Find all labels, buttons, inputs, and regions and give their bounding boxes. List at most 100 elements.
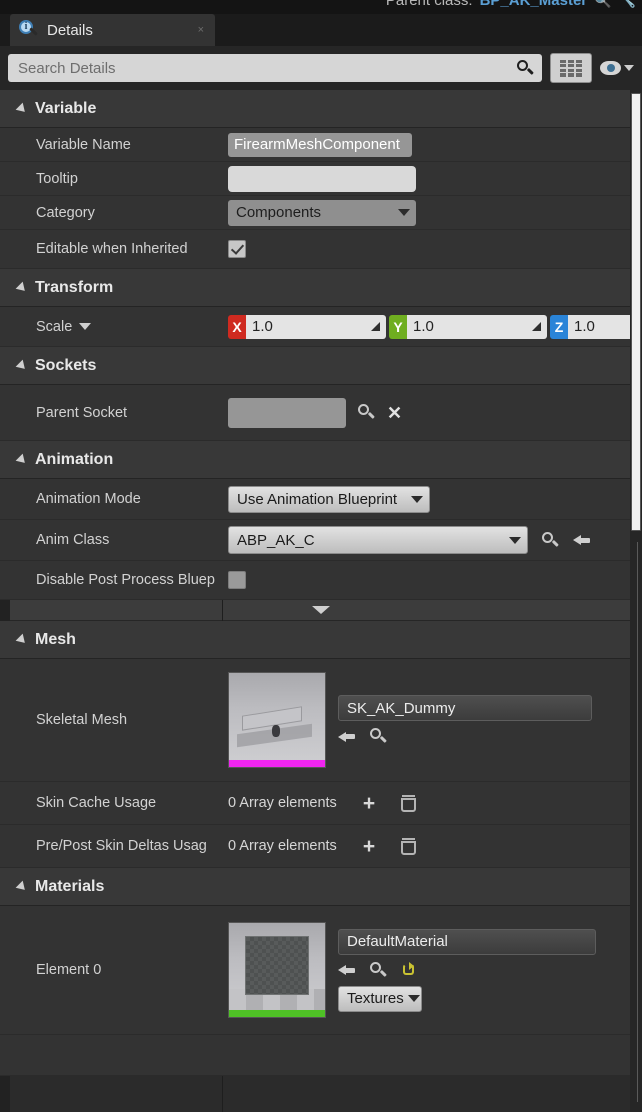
vertical-scrollbar-track[interactable] (630, 90, 642, 1112)
arrow-left-icon[interactable] (573, 532, 591, 548)
collapse-triangle-icon (15, 102, 29, 115)
scrollbar-groove (637, 542, 638, 1102)
row-scale: Scale X 1.0 Y 1.0 Z 1.0 (0, 307, 642, 347)
close-icon[interactable]: × (195, 24, 207, 36)
details-panel-window: Parent class: BP_AK_Master 🔍 🔧 Details × (0, 0, 642, 1112)
row-anim-class: Anim Class ABP_AK_C (0, 520, 642, 561)
label-skin-cache-usage: Skin Cache Usage (36, 795, 157, 811)
section-title-transform: Transform (35, 278, 114, 296)
label-editable-when-inherited: Editable when Inherited (36, 241, 188, 257)
editable-when-inherited-checkbox[interactable] (228, 240, 246, 258)
disable-post-process-checkbox[interactable] (228, 571, 246, 589)
magnifier-icon[interactable] (370, 961, 387, 979)
skeletal-mesh-thumbnail[interactable] (228, 672, 326, 768)
magnifier-icon[interactable] (358, 404, 375, 421)
element-0-material-value: DefaultMaterial (347, 933, 448, 950)
scale-label-text: Scale (36, 318, 73, 335)
parent-socket-field[interactable] (228, 397, 346, 428)
label-disable-post-process: Disable Post Process Bluep (36, 572, 215, 588)
wrench-icon[interactable]: 🔧 (619, 0, 636, 9)
search-input-wrapper[interactable] (8, 54, 542, 82)
textures-dropdown[interactable]: Textures (338, 985, 422, 1012)
scale-x-field[interactable]: X 1.0 (228, 314, 386, 339)
pre-post-skin-deltas-value: 0 Array elements (228, 838, 337, 854)
reset-arrow-icon[interactable] (401, 962, 417, 978)
trash-icon[interactable] (401, 837, 417, 855)
category-dropdown[interactable]: Components (228, 199, 416, 226)
section-header-animation[interactable]: Animation (0, 441, 642, 479)
chevron-down-icon (411, 495, 423, 503)
row-skin-cache-usage: Skin Cache Usage 0 Array elements + (0, 782, 642, 825)
section-title-sockets: Sockets (35, 356, 97, 374)
tab-details-label: Details (47, 21, 93, 39)
plus-icon[interactable]: + (363, 793, 375, 814)
magnifier-icon[interactable] (370, 728, 387, 745)
scale-z-value: 1.0 (574, 318, 595, 335)
anim-class-value: ABP_AK_C (237, 531, 315, 549)
row-variable-name: Variable Name FirearmMeshComponent (0, 128, 642, 162)
element-0-material-dropdown[interactable]: DefaultMaterial (338, 928, 596, 955)
row-editable-when-inherited: Editable when Inherited (0, 230, 642, 269)
magnifier-icon[interactable] (542, 531, 559, 549)
section-header-transform[interactable]: Transform (0, 269, 642, 307)
parent-class-label: Parent class: (385, 0, 473, 9)
scale-axis-group: X 1.0 Y 1.0 Z 1.0 (228, 314, 642, 339)
editor-toolbar-strip: Parent class: BP_AK_Master 🔍 🔧 (0, 0, 642, 14)
column-settings-button[interactable] (550, 53, 592, 83)
axis-y-tag: Y (389, 314, 407, 339)
label-parent-socket: Parent Socket (36, 404, 128, 421)
close-x-icon[interactable]: ✕ (387, 404, 402, 422)
label-element-0: Element 0 (36, 962, 102, 978)
vertical-scrollbar-thumb[interactable] (631, 93, 641, 531)
section-title-animation: Animation (35, 450, 114, 468)
magnifier-icon[interactable]: 🔍 (594, 0, 611, 9)
section-header-materials[interactable]: Materials (0, 868, 642, 906)
scale-z-field[interactable]: Z 1.0 (550, 314, 642, 339)
search-toolbar (0, 46, 642, 90)
collapse-triangle-icon (15, 453, 29, 466)
arrow-left-icon[interactable] (338, 729, 356, 745)
section-header-sockets[interactable]: Sockets (0, 347, 642, 385)
parent-class-link[interactable]: BP_AK_Master (480, 0, 588, 9)
label-anim-class: Anim Class (36, 532, 110, 548)
scale-y-value: 1.0 (413, 318, 434, 335)
plus-icon[interactable]: + (363, 836, 375, 857)
animation-mode-dropdown[interactable]: Use Animation Blueprint (228, 485, 430, 513)
row-pre-post-skin-deltas: Pre/Post Skin Deltas Usag 0 Array elemen… (0, 825, 642, 868)
section-header-mesh[interactable]: Mesh (0, 621, 642, 659)
label-variable-name: Variable Name (36, 136, 131, 153)
skeletal-mesh-dropdown[interactable]: SK_AK_Dummy (338, 695, 592, 721)
label-pre-post-skin-deltas: Pre/Post Skin Deltas Usag (36, 838, 207, 854)
chevron-down-icon (398, 209, 410, 216)
collapse-triangle-icon (15, 281, 29, 294)
axis-x-tag: X (228, 314, 246, 339)
drag-handle-icon[interactable] (371, 322, 380, 331)
chevron-down-icon[interactable] (79, 323, 92, 330)
trash-icon[interactable] (401, 794, 417, 812)
collapse-triangle-icon (15, 880, 29, 893)
row-parent-socket: Parent Socket ✕ (0, 385, 642, 441)
tooltip-field[interactable] (228, 165, 416, 192)
category-value: Components (236, 204, 322, 221)
label-animation-mode: Animation Mode (36, 491, 141, 507)
anim-class-dropdown[interactable]: ABP_AK_C (228, 526, 528, 554)
details-content: Variable Variable Name FirearmMeshCompon… (0, 90, 642, 1112)
section-header-variable[interactable]: Variable (0, 90, 642, 128)
row-element-0: Element 0 DefaultMaterial Textures (0, 906, 642, 1035)
label-skeletal-mesh: Skeletal Mesh (36, 712, 128, 728)
variable-name-field[interactable]: FirearmMeshComponent (228, 132, 412, 157)
visibility-button[interactable] (600, 61, 634, 75)
row-animation-mode: Animation Mode Use Animation Blueprint (0, 479, 642, 520)
label-scale: Scale (0, 319, 222, 335)
collapse-triangle-icon (15, 359, 29, 372)
material-thumbnail[interactable] (228, 922, 326, 1018)
search-input[interactable] (16, 58, 517, 78)
search-icon (517, 59, 534, 77)
expand-more-bar[interactable] (0, 600, 642, 621)
drag-handle-icon[interactable] (532, 322, 541, 331)
scale-y-field[interactable]: Y 1.0 (389, 314, 547, 339)
row-spacer (0, 1035, 642, 1076)
arrow-left-icon[interactable] (338, 962, 356, 978)
tab-details[interactable]: Details × (10, 14, 215, 46)
column-settings-icon (560, 59, 582, 77)
